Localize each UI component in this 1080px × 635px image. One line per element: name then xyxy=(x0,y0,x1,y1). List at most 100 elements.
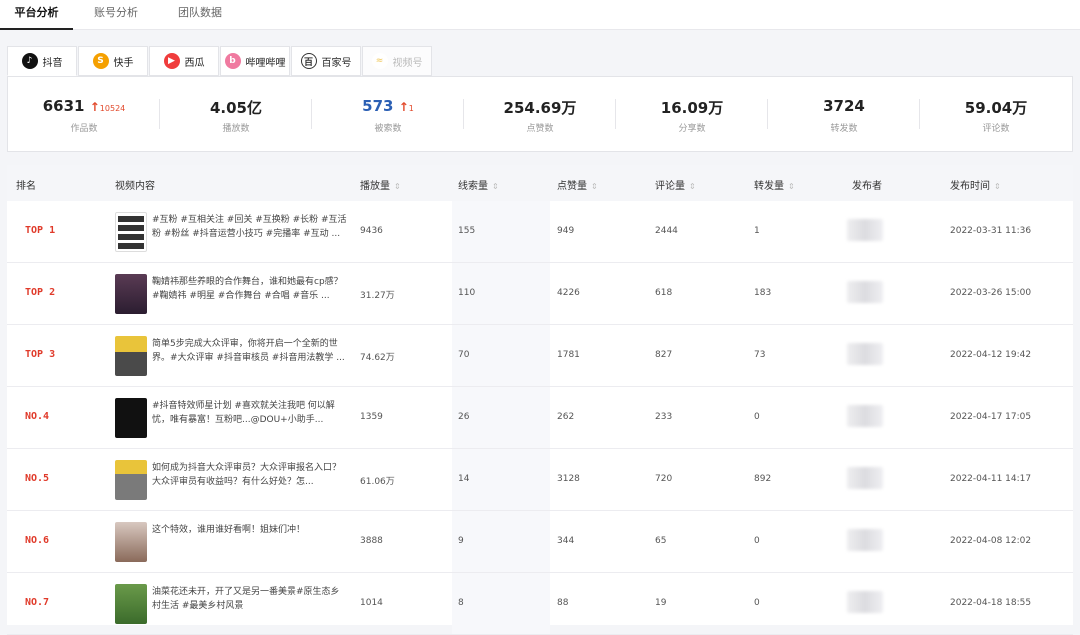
cell-comments: 2444 xyxy=(655,226,678,236)
header-comments[interactable]: 评论量 ⇕ xyxy=(655,177,696,192)
stat-label: 作品数 xyxy=(70,124,98,134)
cell-comments: 233 xyxy=(655,412,673,422)
table-row[interactable]: TOP 2 鞠婧祎那些养眼的合作舞台，谁和她最有cp感？#鞠婧祎 #明星 #合作舞… xyxy=(7,263,1073,325)
platform-label: 视频号 xyxy=(392,57,423,69)
publisher-avatar-blurred[interactable] xyxy=(847,467,883,489)
video-description[interactable]: 简单5步完成大众评审，你将开启一个全新的世界。#大众评审 #抖音审核员 #抖音用… xyxy=(152,337,347,367)
cell-likes: 4226 xyxy=(557,288,580,298)
video-thumbnail[interactable] xyxy=(115,336,147,376)
stat-delta: 10524 xyxy=(99,104,126,113)
stat-plays: 4.05亿 播放数 xyxy=(160,77,312,153)
stat-shares: 16.09万 分享数 xyxy=(616,77,768,153)
tab-platform-analysis[interactable]: 平台分析 xyxy=(0,0,73,30)
sort-icon[interactable]: ⇕ xyxy=(492,182,499,191)
platform-tab-douyin[interactable]: ♪ 抖音 xyxy=(7,46,77,76)
douyin-icon: ♪ xyxy=(21,53,38,69)
cell-shares: 73 xyxy=(754,350,766,360)
cell-time: 2022-04-11 14:17 xyxy=(950,474,1032,484)
rank-label: NO.7 xyxy=(25,597,50,608)
header-rank: 排名 xyxy=(16,181,36,192)
cell-likes: 3128 xyxy=(557,474,580,484)
table-row[interactable]: NO.7 油菜花还未开，开了又是另一番美景#原生态乡村生活 #最美乡村风景 1014… xyxy=(7,573,1073,635)
cell-plays: 74.62万 xyxy=(360,353,395,363)
cell-search: 70 xyxy=(458,350,470,360)
rank-label: TOP 2 xyxy=(25,287,56,298)
video-thumbnail[interactable] xyxy=(115,212,147,252)
platform-label: 快手 xyxy=(113,57,134,69)
platform-label: 抖音 xyxy=(42,57,63,69)
stat-value: 4.05亿 xyxy=(209,99,262,117)
rank-label: NO.5 xyxy=(25,473,50,484)
video-description[interactable]: 鞠婧祎那些养眼的合作舞台，谁和她最有cp感？#鞠婧祎 #明星 #合作舞台 #合唱… xyxy=(152,275,347,305)
table-row[interactable]: NO.6 这个特效，谁用谁好看啊！姐妹们冲！ 3888 9 344 65 0 2022-04-… xyxy=(7,511,1073,573)
platform-tab-baijiahao[interactable]: 百百家号 xyxy=(291,46,361,76)
platform-label: 百家号 xyxy=(321,57,352,69)
header-search[interactable]: 线索量 ⇕ xyxy=(458,177,499,192)
cell-shares: 892 xyxy=(754,474,772,484)
header-content: 视频内容 xyxy=(115,181,155,192)
stat-value: 3724 xyxy=(823,97,865,115)
cell-shares: 0 xyxy=(754,536,760,546)
video-description[interactable]: 油菜花还未开，开了又是另一番美景#原生态乡村生活 #最美乡村风景 xyxy=(152,585,347,615)
sort-icon[interactable]: ⇕ xyxy=(689,182,696,191)
table-row[interactable]: TOP 1 #互粉 #互相关注 #回关 #互换粉 #长粉 #互活粉 #粉丝 #抖音… xyxy=(7,201,1073,263)
platform-tab-kuaishou[interactable]: S 快手 xyxy=(78,46,148,76)
video-description[interactable]: 如何成为抖音大众评审员？大众评审报名入口？大众评审员有收益吗？有什么好处？怎..… xyxy=(152,461,347,491)
video-description[interactable]: 这个特效，谁用谁好看啊！姐妹们冲！ xyxy=(152,523,347,553)
cell-search: 155 xyxy=(458,226,476,236)
cell-time: 2022-04-17 17:05 xyxy=(950,412,1032,422)
cell-shares: 1 xyxy=(754,226,760,236)
publisher-avatar-blurred[interactable] xyxy=(847,529,883,551)
stat-delta: 1 xyxy=(408,104,414,113)
cell-search: 14 xyxy=(458,474,470,484)
video-thumbnail[interactable] xyxy=(115,522,147,562)
sort-icon[interactable]: ⇕ xyxy=(994,182,1001,191)
video-thumbnail[interactable] xyxy=(115,460,147,500)
rank-label: NO.6 xyxy=(25,535,50,546)
video-thumbnail[interactable] xyxy=(115,584,147,624)
cell-plays: 61.06万 xyxy=(360,477,395,487)
publisher-avatar-blurred[interactable] xyxy=(847,219,883,241)
cell-search: 110 xyxy=(458,288,476,298)
arrow-up-icon: ↑ xyxy=(398,100,409,114)
stat-works: 6631 ↑10524 作品数 xyxy=(8,77,160,153)
publisher-avatar-blurred[interactable] xyxy=(847,405,883,427)
cell-comments: 720 xyxy=(655,474,673,484)
header-likes[interactable]: 点赞量 ⇕ xyxy=(557,177,598,192)
publisher-avatar-blurred[interactable] xyxy=(847,281,883,303)
sort-icon[interactable]: ⇕ xyxy=(591,182,598,191)
video-description[interactable]: #互粉 #互相关注 #回关 #互换粉 #长粉 #互活粉 #粉丝 #抖音运营小技巧… xyxy=(152,213,347,243)
platform-tab-shipinhao[interactable]: ≈ 视频号 xyxy=(362,46,432,76)
publisher-avatar-blurred[interactable] xyxy=(847,343,883,365)
platform-tab-xigua[interactable]: ▶ 西瓜 xyxy=(149,46,219,76)
video-description[interactable]: #抖音特效师星计划 #喜欢就关注我吧 何以解忧，唯有暴富！互粉吧...@DOU+… xyxy=(152,399,347,429)
header-time[interactable]: 发布时间 ⇕ xyxy=(950,177,1001,192)
cell-comments: 19 xyxy=(655,598,667,608)
cell-time: 2022-04-08 12:02 xyxy=(950,536,1032,546)
header-shares[interactable]: 转发量 ⇕ xyxy=(754,177,795,192)
stat-label: 点赞数 xyxy=(526,124,554,134)
table-row[interactable]: NO.4 #抖音特效师星计划 #喜欢就关注我吧 何以解忧，唯有暴富！互粉吧...@… xyxy=(7,387,1073,449)
sort-icon[interactable]: ⇕ xyxy=(788,182,795,191)
sort-icon[interactable]: ⇕ xyxy=(394,182,401,191)
platform-label: 哔哩哔哩 xyxy=(245,57,286,69)
stat-value: 16.09万 xyxy=(660,99,724,117)
platform-tab-bilibili[interactable]: b 哔哩哔哩 xyxy=(220,46,290,76)
table-row[interactable]: NO.5 如何成为抖音大众评审员？大众评审报名入口？大众评审员有收益吗？有什么好处… xyxy=(7,449,1073,511)
tab-team-data[interactable]: 团队数据 xyxy=(164,0,236,30)
header-plays[interactable]: 播放量 ⇕ xyxy=(360,177,401,192)
cell-likes: 88 xyxy=(557,598,569,608)
cell-plays: 31.27万 xyxy=(360,291,395,301)
cell-search: 8 xyxy=(458,598,464,608)
video-thumbnail[interactable] xyxy=(115,274,147,314)
platform-label: 西瓜 xyxy=(184,57,205,69)
table-row[interactable]: TOP 3 简单5步完成大众评审，你将开启一个全新的世界。#大众评审 #抖音审核员… xyxy=(7,325,1073,387)
tab-account-analysis[interactable]: 账号分析 xyxy=(80,0,152,30)
cell-likes: 1781 xyxy=(557,350,580,360)
cell-plays: 1014 xyxy=(360,598,383,608)
cell-comments: 65 xyxy=(655,536,667,546)
cell-time: 2022-03-31 11:36 xyxy=(950,226,1032,236)
cell-likes: 262 xyxy=(557,412,575,422)
video-thumbnail[interactable] xyxy=(115,398,147,438)
publisher-avatar-blurred[interactable] xyxy=(847,591,883,613)
